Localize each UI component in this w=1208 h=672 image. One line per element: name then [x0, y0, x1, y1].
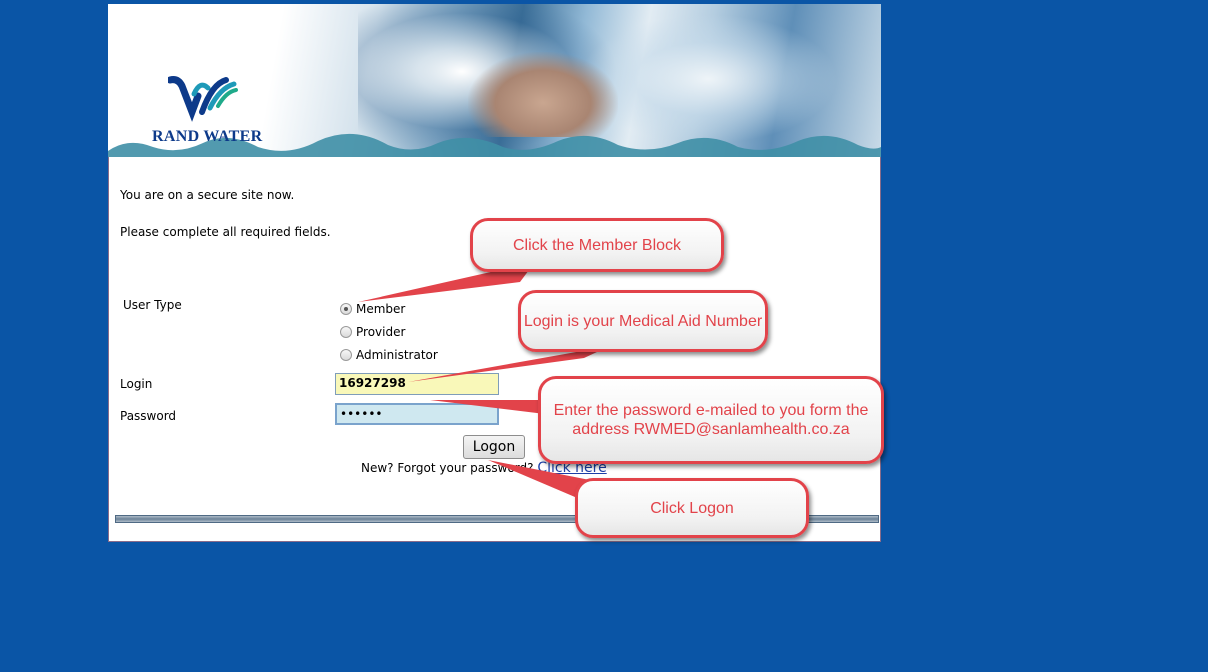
radio-administrator[interactable]: Administrator [340, 348, 438, 362]
forgot-password-text: New? Forgot your password? [361, 461, 534, 475]
header-banner: RAND WATER [108, 4, 881, 157]
login-label: Login [120, 377, 153, 391]
callout-password: Enter the password e-mailed to you form … [538, 376, 884, 464]
user-type-label: User Type [123, 298, 182, 312]
password-label: Password [120, 409, 177, 423]
brand-name: RAND WATER [152, 128, 263, 145]
radio-button[interactable] [340, 326, 352, 338]
radio-provider-label: Provider [356, 325, 406, 339]
password-input[interactable]: •••••• [335, 403, 499, 425]
radio-member-label: Member [356, 302, 406, 316]
radio-administrator-label: Administrator [356, 348, 438, 362]
callout-logon: Click Logon [575, 478, 809, 538]
radio-provider[interactable]: Provider [340, 325, 405, 339]
secure-site-text: You are on a secure site now. [120, 188, 295, 202]
login-input[interactable]: 16927298 [335, 373, 499, 395]
callout-login: Login is your Medical Aid Number [518, 290, 768, 352]
logon-button[interactable]: Logon [463, 435, 525, 459]
radio-button-checked[interactable] [340, 303, 352, 315]
radio-member[interactable]: Member [340, 302, 405, 316]
required-fields-text: Please complete all required fields. [120, 225, 331, 239]
rand-water-logo-icon [166, 74, 238, 126]
callout-member: Click the Member Block [470, 218, 724, 272]
radio-button[interactable] [340, 349, 352, 361]
